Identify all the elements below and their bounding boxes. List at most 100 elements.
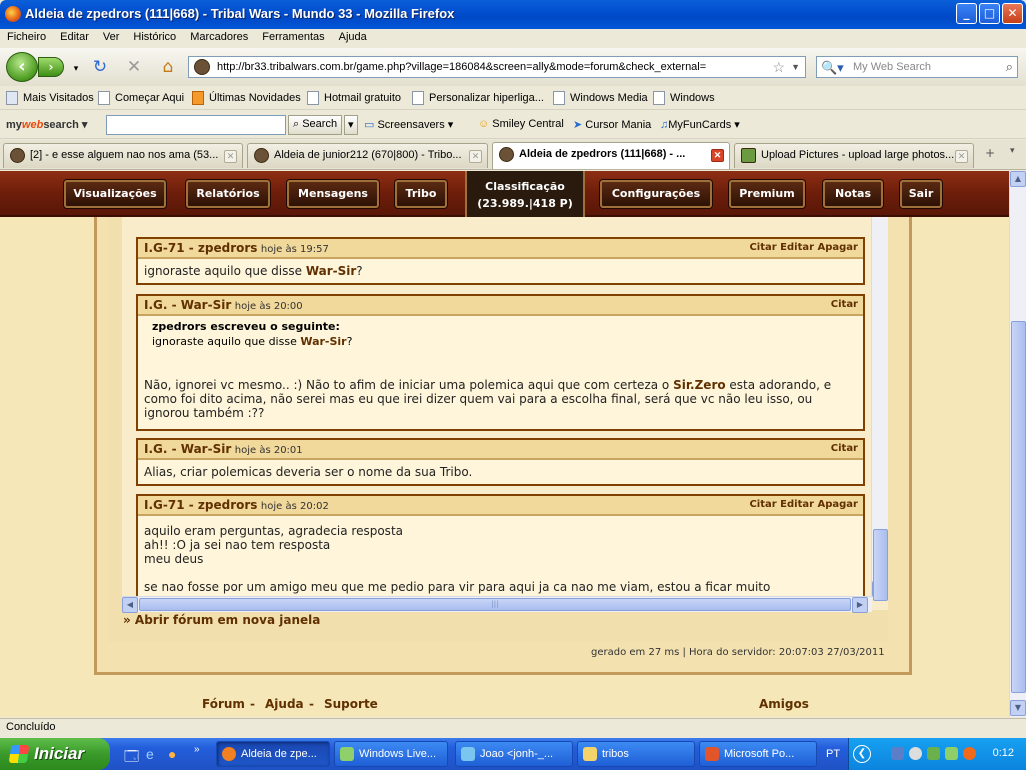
myfuncards-button[interactable]: ♫MyFunCards ▾	[660, 118, 740, 131]
smiley-central-button[interactable]: ☺ Smiley Central	[478, 118, 564, 130]
tab-close-icon[interactable]: ✕	[469, 150, 482, 163]
tab-1[interactable]: [2] - e esse alguem nao nos ama (53... ✕	[3, 143, 243, 168]
bookmark-mais-visitados[interactable]: Mais Visitados	[6, 91, 94, 105]
messenger-tray-icon[interactable]	[945, 747, 958, 760]
tab-list-icon[interactable]: ▾	[1010, 146, 1015, 156]
footer-support-link[interactable]: Suporte	[324, 697, 378, 711]
forum-scroll-thumb[interactable]	[873, 529, 888, 601]
bookmark-star-icon[interactable]: ☆	[772, 57, 785, 77]
post-actions[interactable]: Citar	[831, 299, 858, 310]
task-tribos-folder[interactable]: tribos	[577, 741, 695, 767]
stop-icon[interactable]: ✕	[124, 57, 144, 77]
menu-notas[interactable]: Notas	[823, 180, 883, 208]
security-icon[interactable]	[927, 747, 940, 760]
home-icon[interactable]: ⌂	[158, 57, 178, 77]
tray-expand-icon[interactable]: ❮	[853, 745, 871, 763]
page-scroll-thumb[interactable]	[1011, 321, 1026, 693]
post-actions[interactable]: Citar	[831, 443, 858, 454]
quicklaunch-firefox-icon[interactable]: ●	[168, 746, 176, 762]
start-button[interactable]: Iniciar	[0, 738, 110, 770]
menu-mensagens[interactable]: Mensagens	[287, 180, 379, 208]
task-conversation[interactable]: Joao <jonh-_...	[455, 741, 573, 767]
tab-3-active[interactable]: Aldeia de zpedrors (111|668) - ... ✕	[492, 142, 730, 169]
open-forum-link[interactable]: » Abrir fórum em nova janela	[123, 613, 320, 627]
menu-ajuda[interactable]: Ajuda	[332, 29, 374, 43]
task-powerpoint[interactable]: Microsoft Po...	[699, 741, 817, 767]
bookmark-windows[interactable]: Windows	[653, 91, 715, 105]
menu-historico[interactable]: Histórico	[126, 29, 183, 43]
post-author[interactable]: I.G. - War-Sir	[144, 298, 231, 312]
mywebsearch-input[interactable]	[106, 115, 286, 135]
history-dropdown-icon[interactable]: ▾	[66, 59, 86, 79]
post-author[interactable]: I.G. - War-Sir	[144, 442, 231, 456]
network-icon[interactable]	[891, 747, 904, 760]
back-button[interactable]: ‹	[6, 52, 38, 82]
bookmark-windows-media[interactable]: Windows Media	[553, 91, 648, 105]
bookmark-hotmail[interactable]: Hotmail gratuito	[307, 91, 401, 105]
cursor-mania-button[interactable]: ➤ Cursor Mania	[573, 118, 651, 131]
menu-ferramentas[interactable]: Ferramentas	[255, 29, 331, 43]
page-scrollbar[interactable]: ▲ ▼	[1009, 171, 1026, 717]
url-dropdown-icon[interactable]: ▼	[791, 57, 800, 77]
reload-icon[interactable]: ↻	[90, 57, 110, 77]
tab-close-icon[interactable]: ✕	[711, 149, 724, 162]
language-indicator[interactable]: PT	[826, 748, 840, 760]
post-author[interactable]: I.G-71 - zpedrors	[144, 241, 257, 255]
url-bar[interactable]: http://br33.tribalwars.com.br/game.php?v…	[188, 56, 806, 78]
tab-4[interactable]: Upload Pictures - upload large photos...…	[734, 143, 974, 168]
tab-2[interactable]: Aldeia de junior212 (670|800) - Tribo...…	[247, 143, 488, 168]
page-scroll-down-icon[interactable]: ▼	[1010, 700, 1026, 716]
menu-visualizacoes[interactable]: Visualizações	[64, 180, 166, 208]
footer-forum-link[interactable]: Fórum	[202, 697, 245, 711]
menu-relatorios[interactable]: Relatórios	[186, 180, 270, 208]
screensavers-button[interactable]: ▭ Screensavers ▾	[364, 118, 453, 131]
bookmark-ultimas-novidades[interactable]: Últimas Novidades	[192, 91, 301, 105]
close-button[interactable]: ✕	[1002, 3, 1023, 24]
forum-scrollbar[interactable]: ▼	[871, 217, 888, 601]
menu-ficheiro[interactable]: Ficheiro	[0, 29, 53, 43]
search-options-dropdown[interactable]: ▾	[344, 115, 358, 135]
page-scroll-up-icon[interactable]: ▲	[1010, 171, 1026, 187]
footer-help-link[interactable]: Ajuda	[265, 697, 304, 711]
tab-close-icon[interactable]: ✕	[955, 150, 968, 163]
quicklaunch-desktop-icon[interactable]: 🗔	[124, 746, 139, 770]
maximize-button[interactable]: □	[979, 3, 1000, 24]
quicklaunch-ie-icon[interactable]: e	[146, 746, 154, 762]
web-search-input[interactable]: 🔍▾ My Web Search ⌕	[816, 56, 1018, 78]
volume-icon[interactable]	[909, 747, 922, 760]
scroll-right-icon[interactable]: ▶	[852, 597, 868, 613]
post-actions[interactable]: Citar Editar Apagar	[749, 242, 858, 253]
menu-classificacao[interactable]: Classificação (23.989.|418 P)	[465, 171, 585, 217]
tab-close-icon[interactable]: ✕	[224, 150, 237, 163]
player-link[interactable]: War-Sir	[300, 335, 346, 348]
update-icon[interactable]	[963, 747, 976, 760]
menu-configuracoes[interactable]: Configurações	[600, 180, 712, 208]
scroll-left-icon[interactable]: ◀	[122, 597, 138, 613]
menu-tribo[interactable]: Tribo	[395, 180, 447, 208]
bookmark-personalizar[interactable]: Personalizar hiperliga...	[412, 91, 544, 105]
task-windows-live[interactable]: Windows Live...	[334, 741, 448, 767]
search-icon[interactable]: ⌕	[1006, 57, 1013, 77]
player-link[interactable]: Sir.Zero	[673, 378, 726, 392]
player-link[interactable]: War-Sir	[306, 264, 356, 278]
menu-editar[interactable]: Editar	[53, 29, 96, 43]
minimize-button[interactable]: _	[956, 3, 977, 24]
menu-sair[interactable]: Sair	[900, 180, 942, 208]
footer-friends-link[interactable]: Amigos	[759, 697, 809, 711]
menu-premium[interactable]: Premium	[729, 180, 805, 208]
menu-marcadores[interactable]: Marcadores	[183, 29, 255, 43]
bookmark-comecar-aqui[interactable]: Começar Aqui	[98, 91, 184, 105]
forum-hscrollbar[interactable]: ◀ ||| ▶	[122, 596, 872, 613]
forward-button[interactable]: ›	[38, 57, 64, 77]
post-author[interactable]: I.G-71 - zpedrors	[144, 498, 257, 512]
mywebsearch-search-button[interactable]: ⌕ Search	[288, 115, 343, 135]
task-firefox[interactable]: Aldeia de zpe...	[216, 741, 330, 767]
mywebsearch-logo[interactable]: mywebsearch ▾	[6, 118, 87, 131]
quicklaunch-more-icon[interactable]: »	[194, 744, 200, 755]
forum-hscroll-thumb[interactable]: |||	[139, 598, 851, 611]
title-bar[interactable]: Aldeia de zpedrors (111|668) - Tribal Wa…	[0, 0, 1026, 29]
menu-ver[interactable]: Ver	[96, 29, 127, 43]
post-actions[interactable]: Citar Editar Apagar	[749, 499, 858, 510]
new-tab-icon[interactable]: +	[985, 146, 995, 160]
search-engine-icon[interactable]: 🔍▾	[821, 58, 844, 78]
